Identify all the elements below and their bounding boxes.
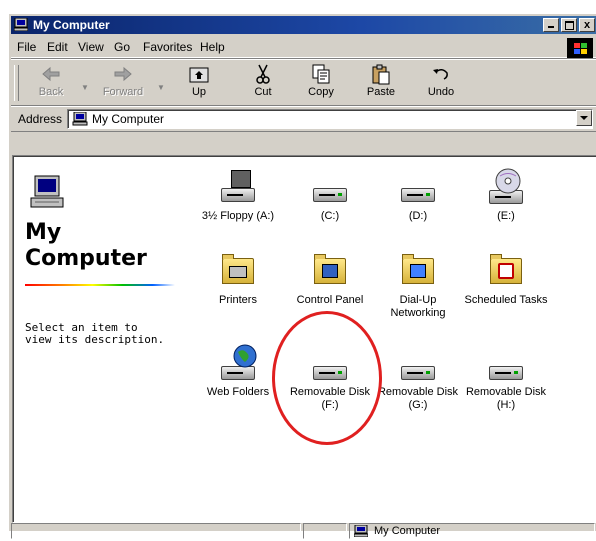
menu-view[interactable]: View <box>78 40 104 54</box>
panel-title-line1: My <box>25 220 62 245</box>
toolbar-grip[interactable] <box>14 65 19 101</box>
hard-drive-icon <box>311 168 349 206</box>
item-floppy-a[interactable]: 3½ Floppy (A:) <box>193 168 283 223</box>
address-label: Address <box>18 112 63 126</box>
undo-icon <box>433 69 448 80</box>
menu-file[interactable]: File <box>17 40 36 54</box>
my-computer-icon <box>14 18 28 31</box>
explorer-window: My Computer x File Edit View Go Favorite… <box>8 13 596 539</box>
address-dropdown-button[interactable] <box>576 110 592 126</box>
forward-button[interactable]: Forward <box>95 63 151 103</box>
highlight-circle <box>272 311 382 445</box>
minimize-button[interactable] <box>543 18 559 32</box>
address-value: My Computer <box>92 112 165 126</box>
item-label: Removable Disk (G:) <box>377 386 459 411</box>
close-button[interactable]: x <box>579 18 595 32</box>
status-pane-left <box>11 523 301 539</box>
printers-folder-icon <box>219 252 257 290</box>
control-panel-folder-icon <box>311 252 349 290</box>
scissors-icon <box>256 64 270 84</box>
my-computer-icon <box>72 112 88 126</box>
item-drive-d[interactable]: (D:) <box>373 168 463 223</box>
item-label: (D:) <box>408 210 428 222</box>
floppy-drive-icon <box>219 168 257 206</box>
paste-label: Paste <box>366 86 396 98</box>
windows-logo-icon <box>567 38 593 58</box>
menu-help[interactable]: Help <box>200 40 225 54</box>
menu-favorites[interactable]: Favorites <box>143 40 192 54</box>
item-label: (C:) <box>320 210 340 222</box>
undo-button[interactable]: Undo <box>413 63 469 103</box>
item-scheduled-tasks[interactable]: Scheduled Tasks <box>461 252 551 307</box>
item-removable-h[interactable]: Removable Disk (H:) <box>461 344 551 412</box>
up-folder-icon <box>189 67 209 83</box>
up-label: Up <box>191 86 207 98</box>
standard-toolbar: Back ▼ Forward ▼ Up Cut Copy Paste Undo <box>11 58 596 106</box>
item-printers[interactable]: Printers <box>193 252 283 307</box>
back-label: Back <box>38 86 64 98</box>
cd-drive-icon <box>487 168 525 206</box>
menu-edit[interactable]: Edit <box>47 40 68 54</box>
item-label: Dial-Up Networking <box>390 294 446 319</box>
item-drive-c[interactable]: (C:) <box>285 168 375 223</box>
hard-drive-icon <box>399 168 437 206</box>
back-button[interactable]: Back <box>23 63 79 103</box>
panel-rule <box>25 284 175 286</box>
web-folders-icon <box>219 344 257 382</box>
panel-title-line2: Computer <box>25 246 147 271</box>
copy-icon <box>312 64 330 84</box>
item-label: Removable Disk (H:) <box>465 386 547 411</box>
forward-dropdown-icon[interactable]: ▼ <box>157 83 165 92</box>
undo-label: Undo <box>427 86 455 98</box>
item-label: Scheduled Tasks <box>464 294 548 306</box>
item-drive-e[interactable]: (E:) <box>461 168 551 223</box>
window-title: My Computer <box>33 18 110 32</box>
removable-disk-icon <box>487 344 525 382</box>
address-input[interactable]: My Computer <box>67 109 593 129</box>
back-arrow-icon <box>42 66 60 82</box>
dialup-folder-icon <box>399 252 437 290</box>
paste-icon <box>372 64 390 85</box>
item-label: Web Folders <box>206 386 270 398</box>
copy-button[interactable]: Copy <box>293 63 349 103</box>
status-bar: My Computer <box>11 521 596 541</box>
status-location: My Computer <box>374 525 441 537</box>
forward-arrow-icon <box>114 66 132 82</box>
item-label: (E:) <box>497 210 515 222</box>
status-pane-zone: My Computer <box>349 523 595 539</box>
menu-go[interactable]: Go <box>114 40 130 54</box>
item-label: Control Panel <box>296 294 364 306</box>
scheduled-tasks-folder-icon <box>487 252 525 290</box>
title-bar[interactable]: My Computer x <box>11 16 596 34</box>
copy-label: Copy <box>308 86 334 98</box>
paste-button[interactable]: Paste <box>353 63 409 103</box>
panel-description: Select an item to view its description. <box>25 321 165 346</box>
item-removable-g[interactable]: Removable Disk (G:) <box>373 344 463 412</box>
cut-label: Cut <box>254 86 272 98</box>
menu-bar: File Edit View Go Favorites Help <box>11 37 596 58</box>
item-label: Printers <box>219 294 257 306</box>
my-computer-icon <box>354 525 368 537</box>
item-control-panel[interactable]: Control Panel <box>285 252 375 307</box>
back-dropdown-icon[interactable]: ▼ <box>81 83 89 92</box>
address-bar: Address My Computer <box>11 106 596 132</box>
item-web-folders[interactable]: Web Folders <box>193 344 283 399</box>
cut-button[interactable]: Cut <box>235 63 291 103</box>
my-computer-large-icon <box>30 175 64 208</box>
item-label: 3½ Floppy (A:) <box>201 210 275 222</box>
status-pane-middle <box>303 523 347 539</box>
panel-title: My Computer <box>25 220 147 272</box>
removable-disk-icon <box>399 344 437 382</box>
forward-label: Forward <box>102 86 144 98</box>
up-button[interactable]: Up <box>171 63 227 103</box>
web-view-panel: My Computer Select an item to view its d… <box>13 156 175 522</box>
maximize-button[interactable] <box>561 18 577 32</box>
item-dialup-networking[interactable]: Dial-Up Networking <box>373 252 463 320</box>
